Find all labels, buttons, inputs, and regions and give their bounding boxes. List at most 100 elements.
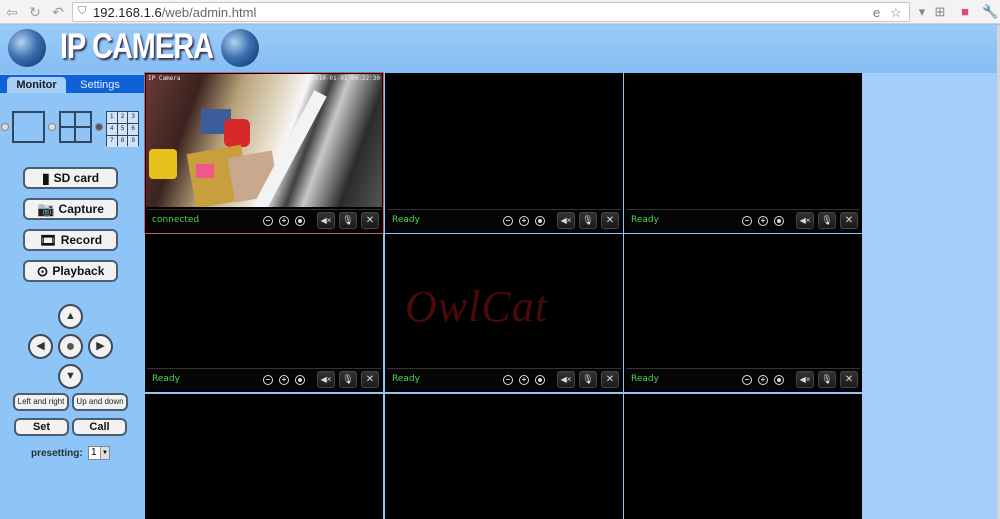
layout-9-radio[interactable] [95, 123, 103, 131]
cell-control-bar: Ready − + ◀× 🎙 ✕ [626, 209, 860, 231]
layout-1-radio[interactable] [1, 123, 9, 131]
zoom-in-icon[interactable]: + [758, 216, 768, 226]
zoom-out-icon[interactable]: − [503, 375, 513, 385]
arrow-down-icon: ▼ [65, 370, 76, 382]
layout-9-icon[interactable]: 1 2 3 4 5 6 7 8 9 [106, 111, 139, 147]
record-label: Record [60, 233, 103, 247]
ptz-right-button[interactable]: ▶ [88, 334, 113, 359]
settings-tools-icon[interactable]: ✕ [361, 212, 379, 229]
cell-status: Ready [392, 215, 420, 225]
mic-off-icon[interactable]: 🎙 [339, 212, 357, 229]
ie-compat-icon[interactable]: e [873, 5, 880, 20]
tabs-icon[interactable]: ⊞ [932, 4, 948, 20]
record-dot-icon[interactable] [295, 375, 305, 385]
preset-call-button[interactable]: Call [72, 418, 127, 436]
mute-icon[interactable]: ◀× [317, 371, 335, 388]
mic-off-icon[interactable]: 🎙 [818, 212, 836, 229]
ptz-center-button[interactable]: ● [58, 334, 83, 359]
camera-cell[interactable] [385, 394, 623, 519]
osd-camera-name: IP Camera [148, 75, 181, 82]
reload-icon[interactable]: ↻ [27, 4, 43, 20]
record-button[interactable]: 🎞 Record [23, 229, 118, 251]
mute-icon[interactable]: ◀× [557, 212, 575, 229]
camera-cell[interactable] [624, 394, 862, 519]
ptz-up-button[interactable]: ▲ [58, 304, 83, 329]
camera-cell[interactable]: Ready − + ◀× 🎙 ✕ [624, 234, 862, 392]
zoom-out-icon[interactable]: − [263, 375, 273, 385]
record-dot-icon[interactable] [774, 375, 784, 385]
preset-set-button[interactable]: Set [14, 418, 69, 436]
wrench-icon[interactable]: 🔧 [982, 4, 998, 20]
mic-off-icon[interactable]: 🎙 [579, 371, 597, 388]
camera-cell[interactable]: Ready − + ◀× 🎙 ✕ [624, 73, 862, 233]
browser-toolbar: ⇦ ↻ ↶ ⛉ 192.168.1.6/web/admin.html e ☆ ▾… [0, 0, 1000, 24]
playback-button[interactable]: ⊙ Playback [23, 260, 118, 282]
mic-off-icon[interactable]: 🎙 [818, 371, 836, 388]
zoom-in-icon[interactable]: + [279, 216, 289, 226]
arrow-left-icon: ◀ [36, 340, 45, 352]
mute-icon[interactable]: ◀× [557, 371, 575, 388]
preset-select[interactable]: 1 ▼ [88, 446, 110, 460]
back-icon[interactable]: ⇦ [4, 4, 20, 20]
zoom-out-icon[interactable]: − [263, 216, 273, 226]
star-icon[interactable]: ☆ [890, 5, 902, 21]
capture-button[interactable]: 📷 Capture [23, 198, 118, 220]
tab-bar: Monitor Settings [0, 75, 145, 93]
mute-icon[interactable]: ◀× [317, 212, 335, 229]
record-dot-icon[interactable] [774, 216, 784, 226]
sd-card-button[interactable]: ▮ SD card [23, 167, 118, 189]
mic-off-icon[interactable]: 🎙 [579, 212, 597, 229]
camera-cell[interactable]: Ready − + ◀× 🎙 ✕ [385, 73, 623, 233]
camera-cell[interactable] [145, 394, 383, 519]
cruise-left-right-button[interactable]: Left and right [13, 393, 69, 411]
film-icon: 🎞 [38, 231, 57, 248]
zoom-in-icon[interactable]: + [519, 216, 529, 226]
settings-tools-icon[interactable]: ✕ [361, 371, 379, 388]
zoom-out-icon[interactable]: − [742, 216, 752, 226]
zoom-out-icon[interactable]: − [503, 216, 513, 226]
cell-control-bar: connected − + ◀× 🎙 ✕ [147, 209, 381, 231]
settings-tools-icon[interactable]: ✕ [601, 371, 619, 388]
settings-tools-icon[interactable]: ✕ [840, 212, 858, 229]
mic-off-icon[interactable]: 🎙 [339, 371, 357, 388]
tab-monitor[interactable]: Monitor [7, 77, 66, 93]
mute-icon[interactable]: ◀× [796, 212, 814, 229]
sd-card-label: SD card [53, 171, 100, 185]
camera-cell[interactable]: Ready − + ◀× 🎙 ✕ [145, 234, 383, 392]
settings-tools-icon[interactable]: ✕ [840, 371, 858, 388]
address-bar[interactable]: ⛉ 192.168.1.6/web/admin.html e ☆ [72, 2, 910, 22]
right-panel [862, 73, 997, 519]
cell-status: Ready [631, 374, 659, 384]
extension-icon[interactable]: ■ [957, 4, 973, 20]
dropdown-icon[interactable]: ▾ [914, 4, 930, 20]
settings-tools-icon[interactable]: ✕ [601, 212, 619, 229]
capture-label: Capture [58, 202, 104, 216]
zoom-in-icon[interactable]: + [519, 375, 529, 385]
zoom-in-icon[interactable]: + [279, 375, 289, 385]
mute-icon[interactable]: ◀× [796, 371, 814, 388]
layout-9-num: 3 [128, 112, 138, 123]
camera-cell[interactable]: IP Camera 2010-01-01 00:22:30 connected − + ◀… [144, 72, 384, 234]
ptz-left-button[interactable]: ◀ [28, 334, 53, 359]
tab-settings[interactable]: Settings [70, 77, 130, 93]
shield-icon: ⛉ [78, 5, 87, 17]
record-dot-icon[interactable] [535, 216, 545, 226]
cell-status: Ready [631, 215, 659, 225]
zoom-out-icon[interactable]: − [742, 375, 752, 385]
zoom-in-icon[interactable]: + [758, 375, 768, 385]
undo-icon[interactable]: ↶ [50, 4, 66, 20]
layout-4-icon[interactable] [59, 111, 92, 143]
layout-1-icon[interactable] [12, 111, 45, 143]
layout-4-radio[interactable] [48, 123, 56, 131]
ptz-down-button[interactable]: ▼ [58, 364, 83, 389]
record-dot-icon[interactable] [535, 375, 545, 385]
cell-status: Ready [392, 374, 420, 384]
url-text[interactable]: 192.168.1.6/web/admin.html [93, 5, 256, 20]
cruise-up-down-button[interactable]: Up and down [72, 393, 128, 411]
record-dot-icon[interactable] [295, 216, 305, 226]
sd-card-icon: ▮ [41, 169, 50, 186]
video-feed[interactable]: IP Camera 2010-01-01 00:22:30 [146, 74, 382, 207]
layout-9-num: 6 [128, 124, 138, 135]
layout-9-num: 5 [117, 124, 128, 135]
cell-control-bar: Ready − + ◀× 🎙 ✕ [387, 368, 621, 390]
